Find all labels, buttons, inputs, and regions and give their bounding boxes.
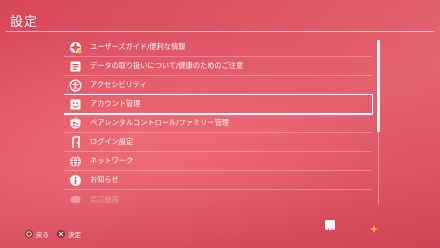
page-title: 設定 (10, 15, 39, 30)
menu-item-label: データの取り扱いについて/健康のためのご注意 (90, 61, 244, 70)
menu-item-label: ペアレンタルコントロール/ファミリー管理 (90, 118, 229, 127)
cross-button-icon (57, 230, 65, 238)
network-icon (69, 155, 82, 168)
menu-item-label: ログイン設定 (90, 137, 134, 146)
menu-item-devices[interactable]: 周辺機器 (64, 190, 372, 208)
menu-item-label: アクセシビリティ (90, 80, 147, 89)
menu-item-label: ネットワーク (90, 156, 134, 165)
menu-item-users-guide[interactable]: ユーザーズガイド/便利な情報 (64, 38, 372, 57)
menu-item-account-management[interactable]: アカウント管理 (64, 94, 373, 115)
scrollbar[interactable] (377, 40, 380, 205)
title-divider (6, 31, 434, 32)
circle-button-icon (25, 230, 33, 238)
menu-item-login-settings[interactable]: ログイン設定 (64, 133, 372, 152)
menu-item-label: アカウント管理 (90, 99, 141, 108)
back-label: 戻る (36, 231, 49, 239)
confirm-label: 決定 (68, 231, 81, 239)
menu-item-parental-controls[interactable]: ペアレンタルコントロール/ファミリー管理 (64, 114, 372, 133)
confirm-hint[interactable]: 決定 (57, 229, 81, 239)
settings-screen: 設定 ユーザーズガイド/便利な情報 データの取り扱いについて/健康のためのご注意… (0, 0, 440, 248)
menu-item-label: ユーザーズガイド/便利な情報 (90, 42, 186, 51)
info-icon (69, 174, 82, 187)
menu-item-network[interactable]: ネットワーク (64, 152, 372, 171)
accessibility-icon (69, 78, 82, 92)
scrollbar-thumb[interactable] (377, 40, 380, 132)
star-icon (369, 219, 379, 234)
menu-item-accessibility[interactable]: アクセシビリティ (64, 76, 372, 95)
account-icon (69, 98, 82, 111)
settings-menu: ユーザーズガイド/便利な情報 データの取り扱いについて/健康のためのご注意 アク… (64, 38, 374, 208)
login-icon (69, 135, 82, 149)
guide-icon (69, 41, 82, 54)
notice-icon (69, 60, 82, 73)
menu-item-label: 周辺機器 (90, 194, 119, 204)
menu-item-notifications[interactable]: お知らせ (64, 171, 372, 190)
menu-item-label: お知らせ (90, 175, 119, 184)
parental-control-icon (69, 117, 82, 130)
devices-icon (69, 193, 82, 206)
menu-item-health-notice[interactable]: データの取り扱いについて/健康のためのご注意 (64, 57, 372, 76)
back-hint[interactable]: 戻る (25, 229, 49, 239)
user-profile-icon[interactable] (325, 220, 335, 233)
